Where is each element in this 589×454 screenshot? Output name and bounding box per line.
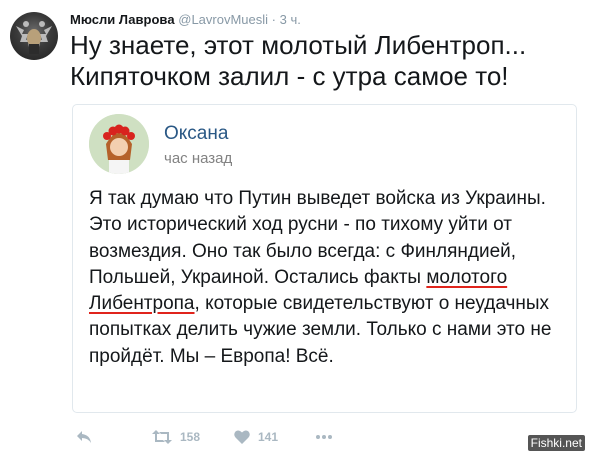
quoted-author-name[interactable]: Оксана [164, 123, 228, 145]
separator-dot: · [271, 12, 276, 27]
like-count: 141 [258, 430, 279, 444]
quoted-post-time: час назад [164, 150, 233, 167]
reply-icon [76, 430, 92, 444]
more-button[interactable] [316, 427, 332, 447]
tweet-text-line2: Кипяточком залил - с утра самое то! [70, 61, 509, 91]
quoted-post-card[interactable]: Оксана час назад Я так думаю что Путин в… [72, 104, 577, 413]
author-name[interactable]: Мюсли Лавровa [70, 12, 175, 27]
retweet-count: 158 [180, 430, 201, 444]
quoted-post-text: Я так думаю что Путин выведет войска из … [89, 186, 567, 370]
quoted-author-avatar[interactable] [89, 114, 149, 174]
tweet-text-line1: Ну знаете, этот молотый Либентроп... [70, 30, 527, 60]
tweet-time[interactable]: 3 ч. [280, 12, 301, 27]
like-button[interactable]: 141 [234, 427, 278, 447]
more-icon [316, 435, 332, 439]
reply-button[interactable] [76, 427, 92, 447]
heart-icon [234, 430, 250, 444]
retweet-button[interactable]: 158 [152, 427, 200, 447]
tweet-text: Ну знаете, этот молотый Либентроп... Кип… [70, 30, 580, 92]
retweet-icon [152, 430, 172, 444]
author-handle[interactable]: @LavrovMuesli [178, 12, 268, 27]
site-watermark: Fishki.net [527, 435, 585, 451]
tweet-header: Мюсли Лавровa @LavrovMuesli · 3 ч. [70, 12, 301, 28]
author-avatar[interactable] [10, 12, 58, 60]
